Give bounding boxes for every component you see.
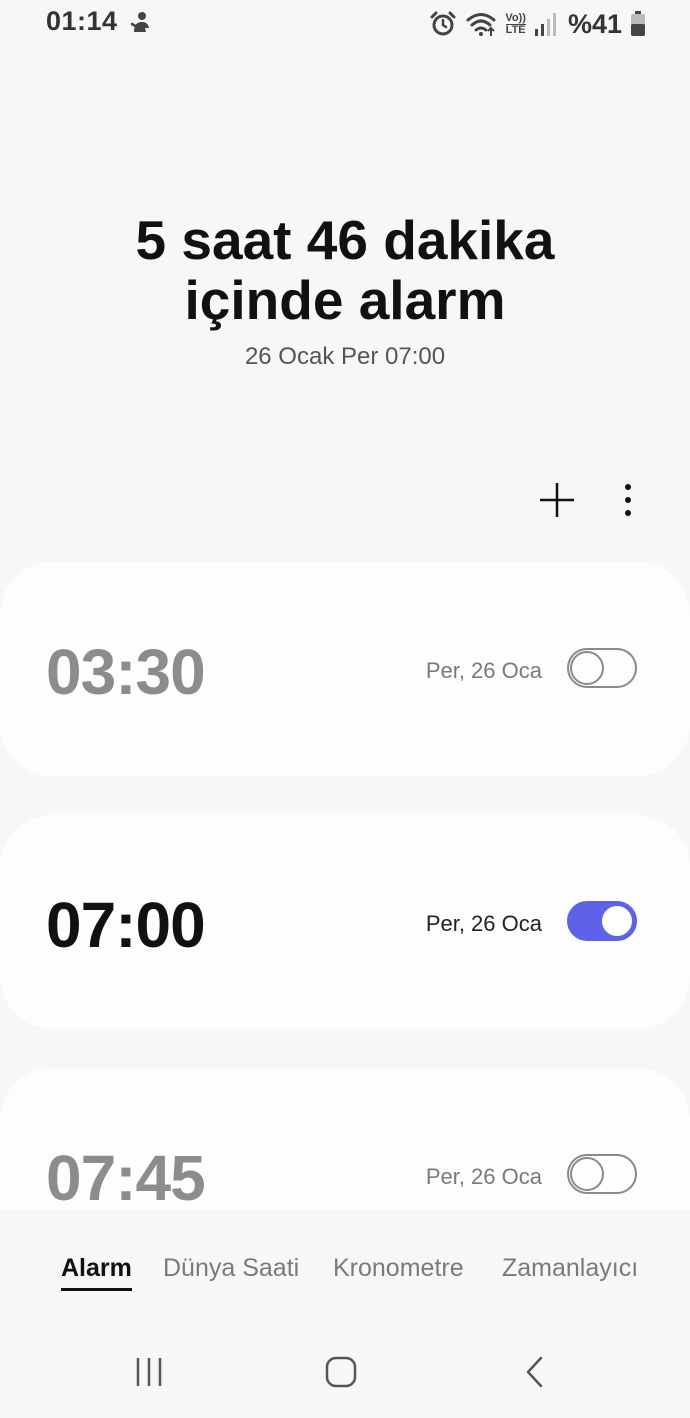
volte-icon: Vo)) LTE [505, 11, 526, 36]
battery-icon [631, 11, 645, 36]
alarm-toggle[interactable] [567, 1154, 637, 1194]
alarm-card[interactable]: 07:45 Per, 26 Oca [0, 1068, 690, 1210]
more-vert-icon [625, 484, 631, 516]
navigation-bar [0, 1340, 690, 1406]
home-button[interactable] [316, 1350, 366, 1394]
status-time: 01:14 [46, 6, 118, 36]
add-alarm-button[interactable] [535, 478, 579, 522]
back-icon [526, 1356, 543, 1388]
next-alarm-date: 26 Ocak Per 07:00 [244, 343, 446, 370]
back-button[interactable] [510, 1350, 560, 1394]
toggle-knob [570, 1157, 604, 1191]
battery-percent: %41 [567, 8, 622, 39]
bottom-tabs: Alarm Dünya Saati Kronometre Zamanlayıcı [0, 1248, 690, 1298]
toggle-knob [600, 904, 634, 938]
next-alarm-title: 5 saat 46 dakika içinde alarm [0, 210, 690, 330]
signal-icon [534, 13, 556, 36]
alarm-date: Per, 26 Oca [425, 658, 542, 683]
tab-timer[interactable]: Zamanlayıcı [502, 1248, 638, 1288]
tab-world-clock[interactable]: Dünya Saati [163, 1248, 299, 1288]
toggle-knob [570, 651, 604, 685]
recent-apps-button[interactable] [124, 1350, 174, 1394]
person-icon [130, 12, 149, 32]
alarm-time: 07:45 [46, 1142, 206, 1210]
plus-icon [540, 483, 574, 517]
alarm-toggle[interactable] [567, 648, 637, 688]
alarm-toggle[interactable] [567, 901, 637, 941]
alarm-date: Per, 26 Oca [425, 1164, 542, 1189]
alarm-card[interactable]: 07:00 Per, 26 Oca [0, 815, 690, 1029]
next-alarm-line2: içinde alarm [184, 269, 506, 331]
alarm-time: 03:30 [46, 636, 206, 708]
alarm-time: 07:00 [46, 889, 206, 961]
alarm-card[interactable]: 03:30 Per, 26 Oca [0, 562, 690, 776]
alarm-list[interactable]: 03:30 Per, 26 Oca 07:00 Per, 26 Oca 07:4… [0, 562, 690, 1210]
volte-bottom-label: LTE [505, 23, 526, 36]
tab-stopwatch[interactable]: Kronometre [333, 1248, 464, 1288]
alarm-date: Per, 26 Oca [425, 911, 542, 936]
wifi-icon [466, 13, 496, 36]
alarm-icon [430, 11, 456, 36]
status-icons: Vo)) LTE %41 [429, 8, 646, 40]
recent-apps-icon [136, 1358, 162, 1386]
tab-alarm[interactable]: Alarm [61, 1248, 132, 1291]
next-alarm-line1: 5 saat 46 dakika [135, 209, 555, 271]
more-options-button[interactable] [608, 478, 648, 522]
home-icon [325, 1356, 357, 1388]
volte-top-label: Vo)) [505, 11, 526, 24]
status-bar: 01:14 Vo)) LTE %41 [0, 0, 690, 48]
